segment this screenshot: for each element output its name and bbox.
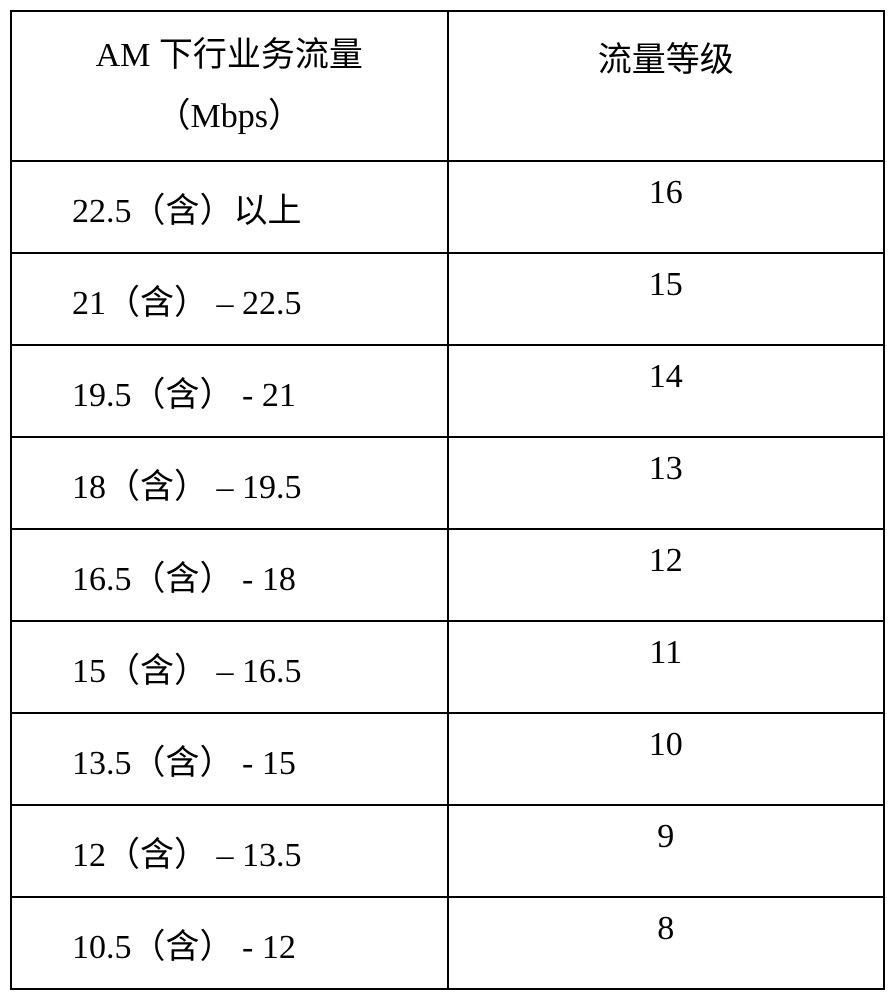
range-cell: 22.5（含）以上 xyxy=(11,161,448,253)
table-row: 18（含） – 19.5 13 xyxy=(11,437,884,529)
range-cell: 16.5（含） - 18 xyxy=(11,529,448,621)
level-cell: 12 xyxy=(448,529,885,621)
table-row: 16.5（含） - 18 12 xyxy=(11,529,884,621)
range-cell: 18（含） – 19.5 xyxy=(11,437,448,529)
table-row: 15（含） – 16.5 11 xyxy=(11,621,884,713)
level-cell: 11 xyxy=(448,621,885,713)
table-row: 10.5（含） - 12 8 xyxy=(11,897,884,989)
level-cell: 16 xyxy=(448,161,885,253)
header-traffic: AM 下行业务流量 （Mbps） xyxy=(11,11,448,161)
header-traffic-line1: AM 下行业务流量 xyxy=(96,37,363,74)
range-cell: 10.5（含） - 12 xyxy=(11,897,448,989)
header-level: 流量等级 xyxy=(448,11,885,161)
range-cell: 19.5（含） - 21 xyxy=(11,345,448,437)
range-cell: 13.5（含） - 15 xyxy=(11,713,448,805)
range-cell: 21（含） – 22.5 xyxy=(11,253,448,345)
header-level-text: 流量等级 xyxy=(598,42,734,79)
table-row: 12（含） – 13.5 9 xyxy=(11,805,884,897)
table-container: AM 下行业务流量 （Mbps） 流量等级 22.5（含）以上 16 21（含）… xyxy=(10,10,885,990)
traffic-level-table: AM 下行业务流量 （Mbps） 流量等级 22.5（含）以上 16 21（含）… xyxy=(10,10,885,990)
level-cell: 9 xyxy=(448,805,885,897)
range-cell: 12（含） – 13.5 xyxy=(11,805,448,897)
level-cell: 13 xyxy=(448,437,885,529)
header-traffic-line2: （Mbps） xyxy=(157,98,302,135)
level-cell: 14 xyxy=(448,345,885,437)
table-row: 13.5（含） - 15 10 xyxy=(11,713,884,805)
level-cell: 8 xyxy=(448,897,885,989)
range-cell: 15（含） – 16.5 xyxy=(11,621,448,713)
table-row: 22.5（含）以上 16 xyxy=(11,161,884,253)
table-row: 19.5（含） - 21 14 xyxy=(11,345,884,437)
table-header-row: AM 下行业务流量 （Mbps） 流量等级 xyxy=(11,11,884,161)
level-cell: 15 xyxy=(448,253,885,345)
table-row: 21（含） – 22.5 15 xyxy=(11,253,884,345)
level-cell: 10 xyxy=(448,713,885,805)
